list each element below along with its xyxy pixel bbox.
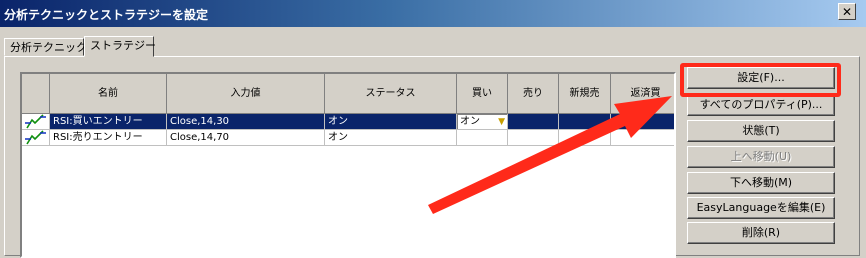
row-status: オン: [325, 130, 457, 146]
column-header-buy[interactable]: 買い: [457, 74, 508, 114]
annotation-highlight-box: [680, 63, 841, 97]
row-new-sell: [559, 114, 611, 130]
close-button[interactable]: ✕: [838, 3, 856, 20]
tab-analysis-technique[interactable]: 分析テクニック: [4, 38, 87, 56]
column-header-input[interactable]: 入力値: [167, 74, 325, 114]
row-cover-buy: [611, 130, 674, 146]
window-title: 分析テクニックとストラテジーを設定: [4, 8, 209, 22]
buy-dropdown-value: オン: [460, 116, 480, 127]
strategy-row-icon: [22, 114, 50, 130]
buy-dropdown[interactable]: オン ▼: [457, 114, 507, 129]
column-header-sell[interactable]: 売り: [508, 74, 559, 114]
column-header-icon[interactable]: [22, 74, 50, 114]
row-sell: [508, 130, 559, 146]
column-header-cover-buy[interactable]: 返済買: [611, 74, 674, 114]
row-name: RSI:買いエントリー: [50, 114, 167, 130]
row-cover-buy: [611, 114, 674, 130]
move-up-button[interactable]: 上へ移動(U): [687, 146, 835, 168]
delete-button[interactable]: 削除(R): [687, 222, 835, 244]
title-bar: 分析テクニックとストラテジーを設定 ✕: [0, 0, 866, 27]
column-header-new-sell[interactable]: 新規売: [559, 74, 611, 114]
all-properties-button[interactable]: すべてのプロパティ(P)...: [687, 94, 835, 116]
status-button[interactable]: 状態(T): [687, 120, 835, 142]
row-status: オン: [325, 114, 457, 130]
strategy-list[interactable]: 名前 入力値 ステータス 買い 売り 新規売 返済買 RSI:買いエントリー C…: [20, 72, 676, 258]
edit-easylanguage-button[interactable]: EasyLanguageを編集(E): [687, 197, 835, 219]
column-header-status[interactable]: ステータス: [325, 74, 457, 114]
strategy-row-icon: [22, 130, 50, 146]
move-down-button[interactable]: 下へ移動(M): [687, 172, 835, 194]
dropdown-arrow-icon: ▼: [498, 117, 505, 127]
row-name: RSI:売りエントリー: [50, 130, 167, 146]
row-input: Close,14,30: [167, 114, 325, 130]
row-new-sell: [559, 130, 611, 146]
row-buy-cell: オン ▼: [457, 114, 508, 130]
row-input: Close,14,70: [167, 130, 325, 146]
row-buy: [457, 130, 508, 146]
row-sell: [508, 114, 559, 130]
tab-strategy[interactable]: ストラテジー: [84, 36, 156, 57]
column-header-name[interactable]: 名前: [50, 74, 167, 114]
